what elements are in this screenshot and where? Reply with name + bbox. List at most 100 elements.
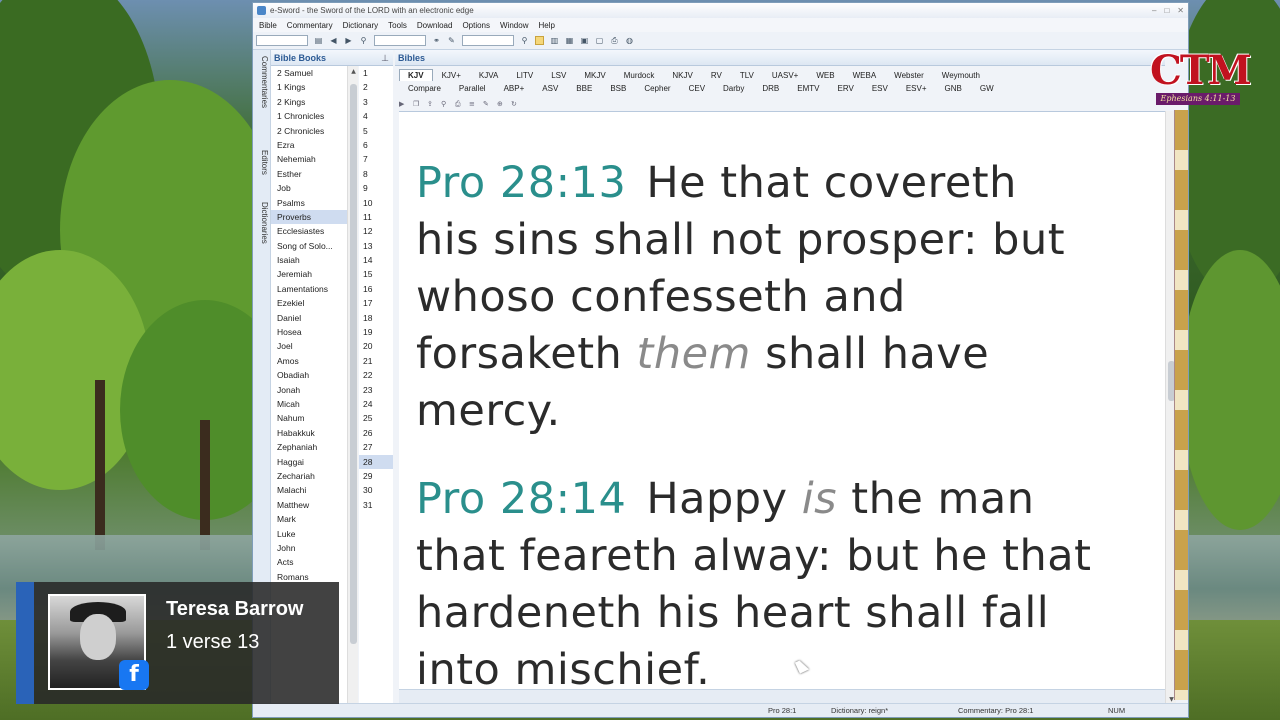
tab-bible-rv[interactable]: RV: [702, 69, 731, 81]
book-item[interactable]: Song of Solo...: [271, 239, 353, 253]
close-icon[interactable]: ✕: [1177, 6, 1184, 15]
tab-bible-kjv[interactable]: KJV: [399, 69, 433, 81]
book-item[interactable]: Psalms: [271, 196, 353, 210]
tab-commentaries[interactable]: Commentaries: [255, 56, 269, 108]
book-item[interactable]: 2 Kings: [271, 95, 353, 109]
chapter-item[interactable]: 2: [359, 80, 393, 94]
chapter-item[interactable]: 19: [359, 325, 393, 339]
minimize-icon[interactable]: –: [1152, 6, 1156, 15]
tab-bible-tlv[interactable]: TLV: [731, 69, 763, 81]
link-icon[interactable]: ⚭: [432, 36, 441, 45]
book-list-scroll-thumb[interactable]: [350, 84, 357, 644]
chapter-item[interactable]: 12: [359, 224, 393, 238]
tab-bible-mkjv[interactable]: MKJV: [575, 69, 614, 81]
book-item[interactable]: Zechariah: [271, 469, 353, 483]
menu-item-options[interactable]: Options: [462, 21, 490, 30]
book-item[interactable]: Proverbs: [271, 209, 353, 225]
eraser-icon[interactable]: ✎: [447, 36, 456, 45]
chapter-item[interactable]: 7: [359, 152, 393, 166]
chapter-item[interactable]: 11: [359, 210, 393, 224]
chapter-item[interactable]: 8: [359, 167, 393, 181]
chapter-item[interactable]: 31: [359, 498, 393, 512]
chapter-item[interactable]: 10: [359, 196, 393, 210]
tab-bible-webster[interactable]: Webster: [885, 69, 933, 81]
chapter-item[interactable]: 16: [359, 282, 393, 296]
forward-icon[interactable]: ▶: [344, 36, 353, 45]
tab-bible-kjv[interactable]: KJV+: [433, 69, 470, 81]
book-item[interactable]: Nahum: [271, 411, 353, 425]
menu-item-tools[interactable]: Tools: [388, 21, 407, 30]
scroll-up-icon[interactable]: ▲: [348, 68, 359, 75]
menu-item-bible[interactable]: Bible: [259, 21, 277, 30]
tab-bible-litv[interactable]: LITV: [507, 69, 542, 81]
layout-grid-icon[interactable]: ▦: [565, 36, 574, 45]
tab-bible-gnb[interactable]: GNB: [936, 82, 971, 94]
menu-item-download[interactable]: Download: [417, 21, 453, 30]
tab-bible-nkjv[interactable]: NKJV: [663, 69, 701, 81]
bible-icon[interactable]: ▤: [314, 36, 323, 45]
tab-dictionaries[interactable]: Dictionaries: [255, 202, 269, 244]
verse-reference[interactable]: Pro 28:13: [416, 158, 626, 208]
book-item[interactable]: Micah: [271, 397, 353, 411]
book-item[interactable]: 1 Chronicles: [271, 109, 353, 123]
chapter-item[interactable]: 17: [359, 296, 393, 310]
chapter-item[interactable]: 4: [359, 109, 393, 123]
book-item[interactable]: Nehemiah: [271, 152, 353, 166]
tab-bible-erv[interactable]: ERV: [829, 82, 863, 94]
book-item[interactable]: Hosea: [271, 325, 353, 339]
pin-icon[interactable]: ⊥: [381, 50, 389, 66]
chapter-item[interactable]: 26: [359, 426, 393, 440]
menu-item-window[interactable]: Window: [500, 21, 528, 30]
book-item[interactable]: Malachi: [271, 483, 353, 497]
menu-item-dictionary[interactable]: Dictionary: [343, 21, 379, 30]
chapter-item[interactable]: 18: [359, 311, 393, 325]
bible-text-view[interactable]: Pro 28:13 He that covereth his sins shall …: [399, 111, 1165, 703]
chapter-item[interactable]: 13: [359, 239, 393, 253]
chapter-item[interactable]: 28: [359, 454, 393, 469]
tab-bible-bbe[interactable]: BBE: [567, 82, 601, 94]
book-item[interactable]: Matthew: [271, 498, 353, 512]
tab-bible-darby[interactable]: Darby: [714, 82, 753, 94]
list-icon[interactable]: ≡: [469, 100, 477, 108]
tab-bible-weymouth[interactable]: Weymouth: [933, 69, 989, 81]
book-item[interactable]: Jonah: [271, 383, 353, 397]
print-verse-icon[interactable]: ⎙: [455, 100, 463, 108]
book-item[interactable]: Obadiah: [271, 368, 353, 382]
print-icon[interactable]: ⎙: [610, 36, 619, 45]
chapter-item[interactable]: 20: [359, 339, 393, 353]
chapter-item[interactable]: 27: [359, 440, 393, 454]
tab-bible-esv[interactable]: ESV+: [897, 82, 936, 94]
book-list-scrollbar[interactable]: ▲ ▼: [347, 66, 358, 711]
layout-full-icon[interactable]: ▢: [595, 36, 604, 45]
layout-split-icon[interactable]: ▥: [550, 36, 559, 45]
tab-bible-cev[interactable]: CEV: [680, 82, 714, 94]
bible-selector-combo[interactable]: [256, 35, 308, 46]
chapter-item[interactable]: 21: [359, 354, 393, 368]
tab-bible-murdock[interactable]: Murdock: [615, 69, 664, 81]
layout-single-icon[interactable]: [535, 36, 544, 45]
book-item[interactable]: Joel: [271, 339, 353, 353]
menu-item-help[interactable]: Help: [538, 21, 554, 30]
refresh-icon[interactable]: ↻: [511, 100, 519, 108]
chapter-item[interactable]: 25: [359, 411, 393, 425]
chapter-item[interactable]: 29: [359, 469, 393, 483]
book-item[interactable]: Acts: [271, 555, 353, 569]
book-item[interactable]: Daniel: [271, 311, 353, 325]
book-item[interactable]: Habakkuk: [271, 426, 353, 440]
tab-bible-esv[interactable]: ESV: [863, 82, 897, 94]
book-item[interactable]: Ezra: [271, 138, 353, 152]
book-item[interactable]: Jeremiah: [271, 267, 353, 281]
chapter-item[interactable]: 15: [359, 267, 393, 281]
tab-editors[interactable]: Editors: [255, 150, 269, 175]
book-item[interactable]: Amos: [271, 354, 353, 368]
chapter-item[interactable]: 30: [359, 483, 393, 497]
binoculars-icon[interactable]: ⚲: [441, 100, 449, 108]
tab-bible-abp[interactable]: ABP+: [495, 82, 534, 94]
chapter-item[interactable]: 3: [359, 95, 393, 109]
book-item[interactable]: 2 Chronicles: [271, 124, 353, 138]
find-icon[interactable]: ⚲: [520, 36, 529, 45]
book-item[interactable]: John: [271, 541, 353, 555]
tab-bible-uasv[interactable]: UASV+: [763, 69, 807, 81]
play-icon[interactable]: ▶: [399, 100, 407, 108]
chapter-item[interactable]: 24: [359, 397, 393, 411]
